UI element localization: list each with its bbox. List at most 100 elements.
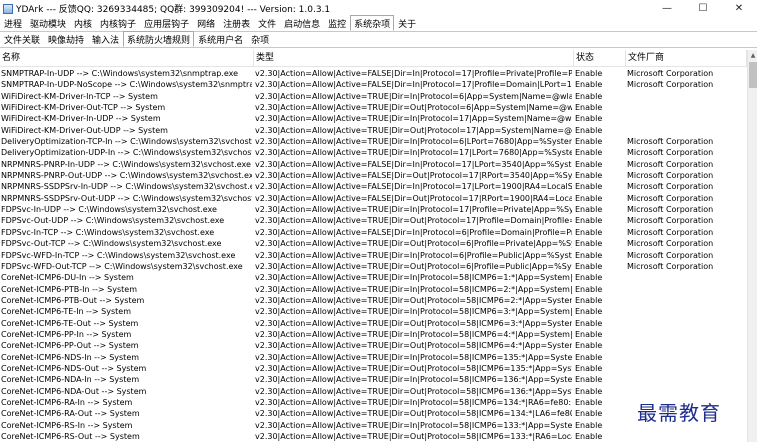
rule-status-cell: Enable [575, 227, 603, 237]
table-row[interactable]: CoreNet-ICMP6-PP-In --> System v2.30|Acti… [0, 329, 747, 340]
rule-vendor-cell: Microsoft Corporation [627, 171, 714, 181]
main-tab-2[interactable]: 内核 [70, 16, 96, 31]
rule-type-cell: v2.30|Action=Allow|Active=TRUE|Dir=Out|P… [255, 341, 572, 351]
table-row[interactable]: CoreNet-ICMP6-PTB-Out --> System v2.30|Ac… [0, 295, 747, 306]
table-row[interactable]: WiFiDirect-KM-Driver-Out-UDP --> System v… [0, 125, 747, 136]
sub-tab-0[interactable]: 文件关联 [0, 32, 44, 47]
rule-name-cell: NRPMNRS-SSDPSrv-In-UDP --> C:\Windows\sy… [1, 182, 252, 192]
table-row[interactable]: FDPSvc-Out-UDP --> C:\Windows\system32\s… [0, 215, 747, 226]
rule-type-cell: v2.30|Action=Allow|Active=TRUE|Dir=Out|P… [255, 409, 572, 419]
close-button[interactable]: ✕ [721, 0, 757, 17]
main-tab-0[interactable]: 进程 [0, 16, 26, 31]
table-row[interactable]: FDPSvc-WFD-In-TCP --> C:\Windows\system3… [0, 250, 747, 261]
table-row[interactable]: FDPSvc-WFD-Out-TCP --> C:\Windows\system… [0, 261, 747, 272]
table-row[interactable]: DeliveryOptimization-UDP-In --> C:\Windo… [0, 147, 747, 158]
rule-type-cell: v2.30|Action=Allow|Active=FALSE|Dir=In|P… [255, 69, 572, 78]
main-tab-4[interactable]: 应用层钩子 [140, 16, 193, 31]
rule-status-cell: Enable [575, 432, 603, 441]
main-tab-1[interactable]: 驱动模块 [26, 16, 70, 31]
column-header-status[interactable]: 状态 [574, 50, 626, 67]
rule-vendor-cell [626, 431, 747, 442]
main-tab-11[interactable]: 关于 [394, 16, 420, 31]
sub-tab-5[interactable]: 杂项 [247, 32, 273, 47]
rule-name-cell: FDPSvc-In-UDP --> C:\Windows\system32\sv… [1, 205, 217, 215]
scroll-up-icon[interactable]: ▲ [748, 51, 757, 61]
table-row[interactable]: SNMPTRAP-In-UDP --> C:\Windows\system32\… [0, 68, 747, 79]
main-tab-3[interactable]: 内核钩子 [96, 16, 140, 31]
rule-vendor-cell [626, 386, 747, 397]
minimize-button[interactable]: — [649, 0, 685, 17]
table-row[interactable]: FDPSvc-In-UDP --> C:\Windows\system32\sv… [0, 204, 747, 215]
rule-name-cell: WiFiDirect-KM-Driver-Out-TCP --> System [1, 103, 166, 113]
rule-name-cell: WiFiDirect-KM-Driver-In-UDP --> System [1, 114, 161, 124]
sub-tab-bar: 文件关联 映像劫持 输入法 系统防火墙规则 系统用户名 杂项 [0, 31, 757, 48]
table-row[interactable]: WiFiDirect-KM-Driver-In-UDP --> System v2… [0, 113, 747, 124]
table-row[interactable]: WiFiDirect-KM-Driver-Out-TCP --> System v… [0, 102, 747, 113]
table-row[interactable]: CoreNet-ICMP6-NDA-In --> System v2.30|Act… [0, 374, 747, 385]
rule-status-cell: Enable [575, 363, 603, 373]
column-header-vendor[interactable]: 文件厂商 [626, 50, 747, 67]
rule-status-cell: Enable [575, 341, 603, 351]
rule-status-cell: Enable [575, 159, 603, 169]
rule-name-cell: CoreNet-ICMP6-NDA-Out --> System [1, 386, 147, 396]
rule-vendor-cell [626, 340, 747, 351]
sub-tab-4[interactable]: 系统用户名 [194, 32, 247, 47]
main-tab-10[interactable]: 系统杂项 [350, 15, 395, 31]
rule-name-cell: FDPSvc-WFD-In-TCP --> C:\Windows\system3… [1, 250, 236, 260]
main-tab-5[interactable]: 网络 [193, 16, 219, 31]
rule-name-cell: FDPSvc-In-TCP --> C:\Windows\system32\sv… [1, 227, 215, 237]
column-header-type[interactable]: 类型 [254, 50, 574, 67]
rule-status-cell: Enable [575, 307, 603, 317]
table-row[interactable]: NRPMNRS-PNRP-In-UDP --> C:\Windows\syste… [0, 159, 747, 170]
table-row[interactable]: CoreNet-ICMP6-PP-Out --> System v2.30|Act… [0, 340, 747, 351]
rule-vendor-cell: Microsoft Corporation [627, 227, 714, 237]
table-row[interactable]: CoreNet-ICMP6-TE-In --> System v2.30|Acti… [0, 306, 747, 317]
rule-vendor-cell [626, 363, 747, 374]
table-row[interactable]: CoreNet-ICMP6-PTB-In --> System v2.30|Act… [0, 284, 747, 295]
table-row[interactable]: CoreNet-ICMP6-TE-Out --> System v2.30|Act… [0, 318, 747, 329]
table-row[interactable]: FDPSvc-In-TCP --> C:\Windows\system32\sv… [0, 227, 747, 238]
rule-vendor-cell [626, 91, 747, 102]
table-row[interactable]: NRPMNRS-SSDPSrv-Out-UDP --> C:\Windows\s… [0, 193, 747, 204]
sub-tab-2[interactable]: 输入法 [88, 32, 123, 47]
table-row[interactable]: CoreNet-ICMP6-RS-In --> System v2.30|Acti… [0, 420, 747, 431]
table-row[interactable]: FDPSvc-Out-TCP --> C:\Windows\system32\s… [0, 238, 747, 249]
table-row[interactable]: NRPMNRS-SSDPSrv-In-UDP --> C:\Windows\sy… [0, 181, 747, 192]
table-row[interactable]: DeliveryOptimization-TCP-In --> C:\Windo… [0, 136, 747, 147]
table-row[interactable]: CoreNet-ICMP6-RA-Out --> System v2.30|Act… [0, 408, 747, 419]
main-tab-8[interactable]: 启动信息 [280, 16, 324, 31]
rule-type-cell: v2.30|Action=Allow|Active=TRUE|Dir=Out|P… [255, 386, 572, 396]
sub-tab-1[interactable]: 映像劫持 [44, 32, 88, 47]
maximize-button[interactable]: ☐ [685, 0, 721, 17]
rule-vendor-cell [626, 125, 747, 136]
table-row[interactable]: NRPMNRS-PNRP-Out-UDP --> C:\Windows\syst… [0, 170, 747, 181]
main-tab-9[interactable]: 监控 [324, 16, 350, 31]
table-row[interactable]: CoreNet-ICMP6-RA-In --> System v2.30|Acti… [0, 397, 747, 408]
rule-status-cell: Enable [575, 239, 603, 249]
table-row[interactable]: CoreNet-ICMP6-NDA-Out --> System v2.30|Ac… [0, 386, 747, 397]
vertical-scrollbar[interactable]: ▲ [747, 50, 757, 442]
sub-tab-3[interactable]: 系统防火墙规则 [123, 31, 195, 47]
rule-status-cell: Enable [575, 261, 603, 271]
scroll-thumb[interactable] [749, 62, 757, 88]
rule-vendor-cell: Microsoft Corporation [627, 182, 714, 192]
rule-vendor-cell: Microsoft Corporation [627, 159, 714, 169]
rule-name-cell: WiFiDirect-KM-Driver-Out-UDP --> System [1, 125, 168, 135]
rule-type-cell: v2.30|Action=Allow|Active=TRUE|Dir=Out|P… [255, 125, 572, 135]
firewall-rules-list[interactable]: 名称 类型 状态 文件厂商 SNMPTRAP-In-UDP --> C:\Win… [0, 50, 757, 442]
rule-vendor-cell [626, 352, 747, 363]
rule-name-cell: CoreNet-ICMP6-NDA-In --> System [1, 375, 140, 385]
table-row[interactable]: CoreNet-ICMP6-NDS-Out --> System v2.30|Ac… [0, 363, 747, 374]
table-row[interactable]: WiFiDirect-KM-Driver-In-TCP --> System v2… [0, 91, 747, 102]
table-row[interactable]: CoreNet-ICMP6-RS-Out --> System v2.30|Act… [0, 431, 747, 442]
rule-name-cell: CoreNet-ICMP6-PTB-Out --> System [1, 295, 145, 305]
table-row[interactable]: SNMPTRAP-In-UDP-NoScope --> C:\Windows\s… [0, 79, 747, 90]
column-header-name[interactable]: 名称 [0, 50, 254, 67]
rule-name-cell: CoreNet-ICMP6-TE-In --> System [1, 307, 132, 317]
main-tab-7[interactable]: 文件 [254, 16, 280, 31]
rule-type-cell: v2.30|Action=Allow|Active=TRUE|Dir=In|Pr… [255, 91, 572, 101]
table-row[interactable]: CoreNet-ICMP6-NDS-In --> System v2.30|Act… [0, 352, 747, 363]
rule-vendor-cell: Microsoft Corporation [627, 205, 714, 215]
main-tab-6[interactable]: 注册表 [219, 16, 254, 31]
table-row[interactable]: CoreNet-ICMP6-DU-In --> System v2.30|Acti… [0, 272, 747, 283]
